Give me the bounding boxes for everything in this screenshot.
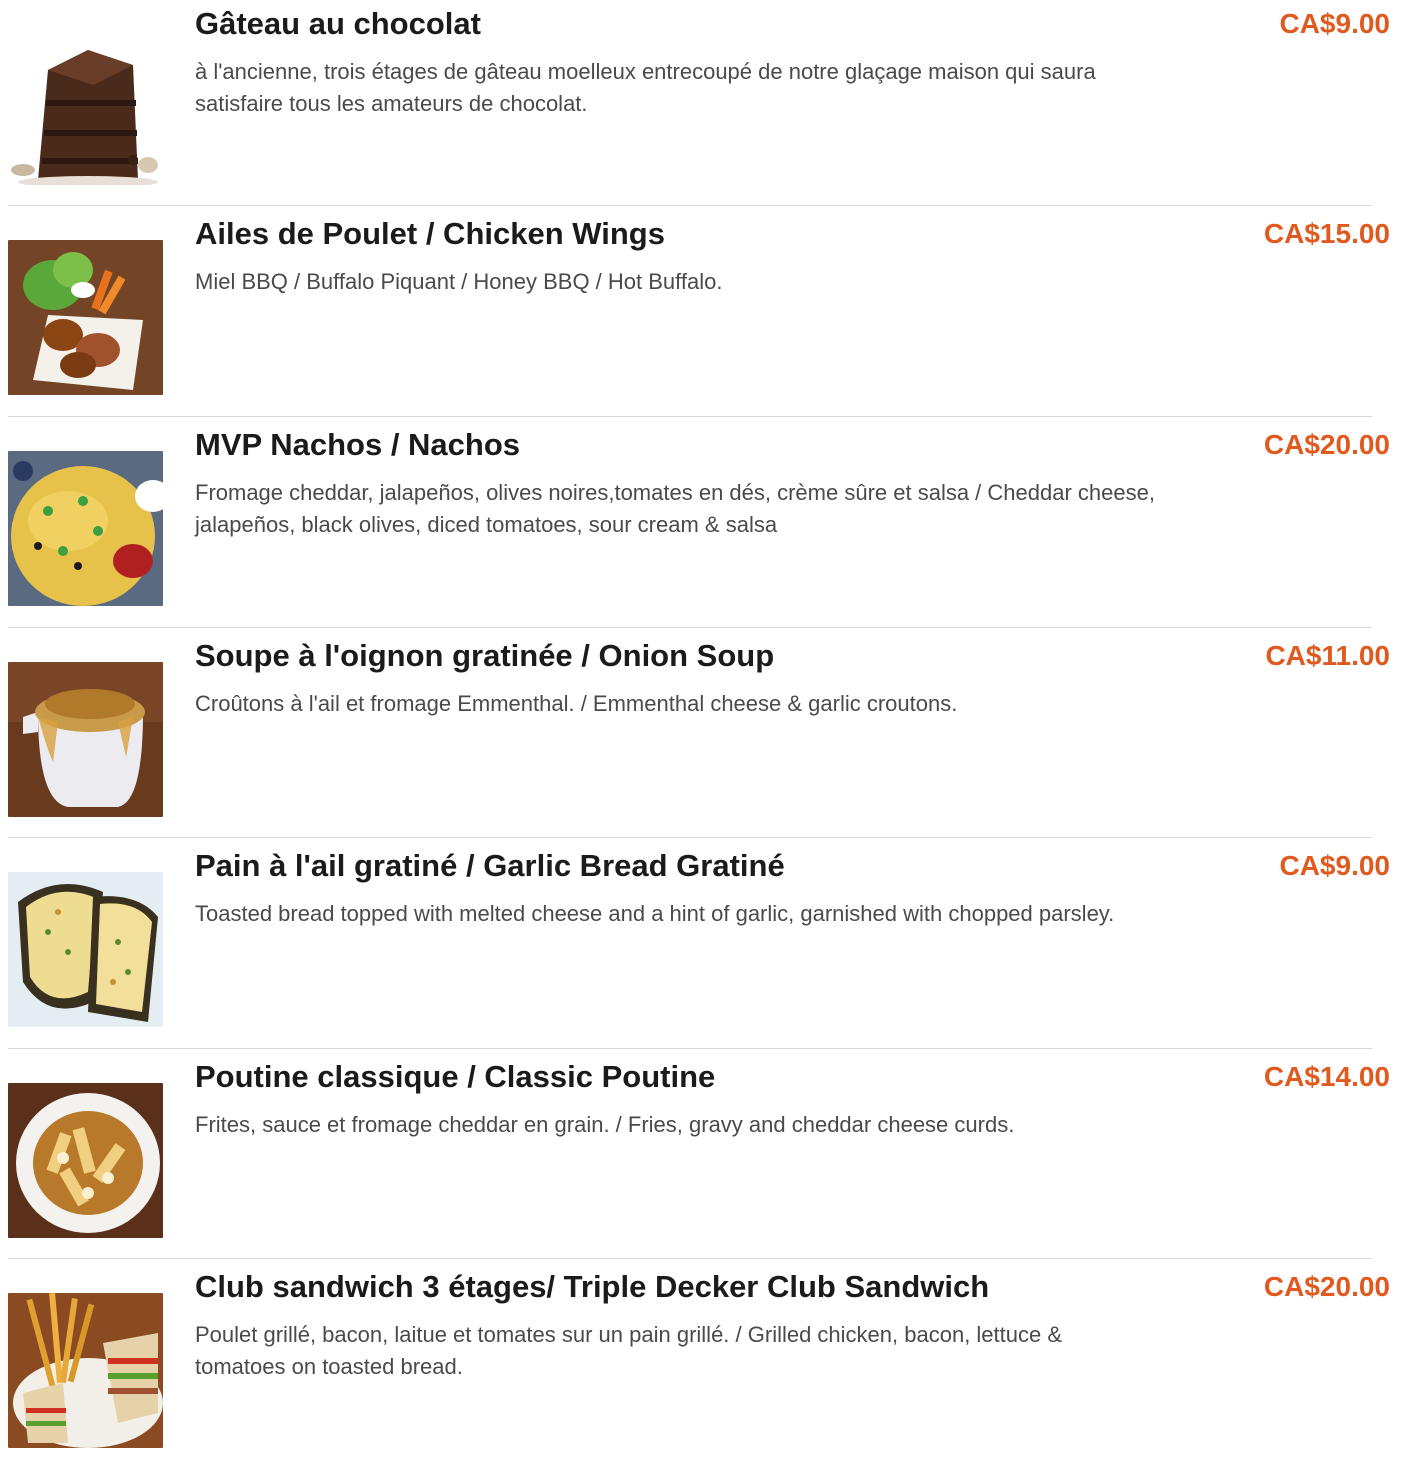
chocolate-cake-photo [8, 30, 163, 185]
divider [8, 1258, 1372, 1259]
menu-item-nachos[interactable]: MVP Nachos / Nachos Fromage cheddar, jal… [8, 421, 1390, 631]
divider [8, 837, 1372, 838]
onion-soup-photo [8, 662, 163, 817]
menu-item-chocolate-cake[interactable]: Gâteau au chocolat à l'ancienne, trois é… [8, 0, 1390, 210]
item-price: CA$20.00 [1263, 429, 1390, 460]
item-description: Poulet grillé, bacon, laitue et tomates … [195, 1322, 1063, 1379]
chicken-wings-photo [8, 240, 163, 395]
item-name: Pain à l'ail gratiné / Garlic Bread Grat… [195, 848, 785, 883]
item-price: CA$15.00 [1263, 218, 1390, 249]
item-description: à l'ancienne, trois étages de gâteau moe… [195, 59, 1096, 116]
item-name: Poutine classique / Classic Poutine [195, 1059, 716, 1094]
item-name: Club sandwich 3 étages/ Triple Decker Cl… [195, 1269, 990, 1304]
club-sandwich-photo [8, 1293, 163, 1448]
item-name: MVP Nachos / Nachos [195, 427, 521, 462]
divider [8, 205, 1372, 206]
divider [8, 416, 1372, 417]
item-price: CA$9.00 [1279, 850, 1390, 881]
item-price: CA$14.00 [1263, 1061, 1390, 1092]
item-name: Gâteau au chocolat [195, 6, 481, 41]
item-description: Toasted bread topped with melted cheese … [195, 901, 1115, 926]
menu-item-onion-soup[interactable]: Soupe à l'oignon gratinée / Onion Soup C… [8, 632, 1390, 842]
item-price: CA$9.00 [1279, 8, 1390, 39]
divider [8, 627, 1372, 628]
menu-item-chicken-wings[interactable]: Ailes de Poulet / Chicken Wings Miel BBQ… [8, 210, 1390, 420]
item-name: Ailes de Poulet / Chicken Wings [195, 216, 665, 251]
poutine-photo [8, 1083, 163, 1238]
menu-item-poutine[interactable]: Poutine classique / Classic Poutine Frit… [8, 1053, 1390, 1263]
divider [8, 1048, 1372, 1049]
item-description: Miel BBQ / Buffalo Piquant / Honey BBQ /… [195, 269, 723, 294]
menu-item-club-sandwich[interactable]: Club sandwich 3 étages/ Triple Decker Cl… [8, 1263, 1390, 1473]
item-name: Soupe à l'oignon gratinée / Onion Soup [195, 638, 775, 673]
nachos-photo [8, 451, 163, 606]
item-description: Frites, sauce et fromage cheddar en grai… [195, 1112, 1015, 1137]
menu-item-garlic-bread[interactable]: Pain à l'ail gratiné / Garlic Bread Grat… [8, 842, 1390, 1052]
item-description: Fromage cheddar, jalapeños, olives noire… [195, 480, 1155, 537]
item-description: Croûtons à l'ail et fromage Emmenthal. /… [195, 691, 958, 716]
item-price: CA$11.00 [1265, 640, 1390, 671]
garlic-bread-photo [8, 872, 163, 1027]
item-price: CA$20.00 [1263, 1271, 1390, 1302]
